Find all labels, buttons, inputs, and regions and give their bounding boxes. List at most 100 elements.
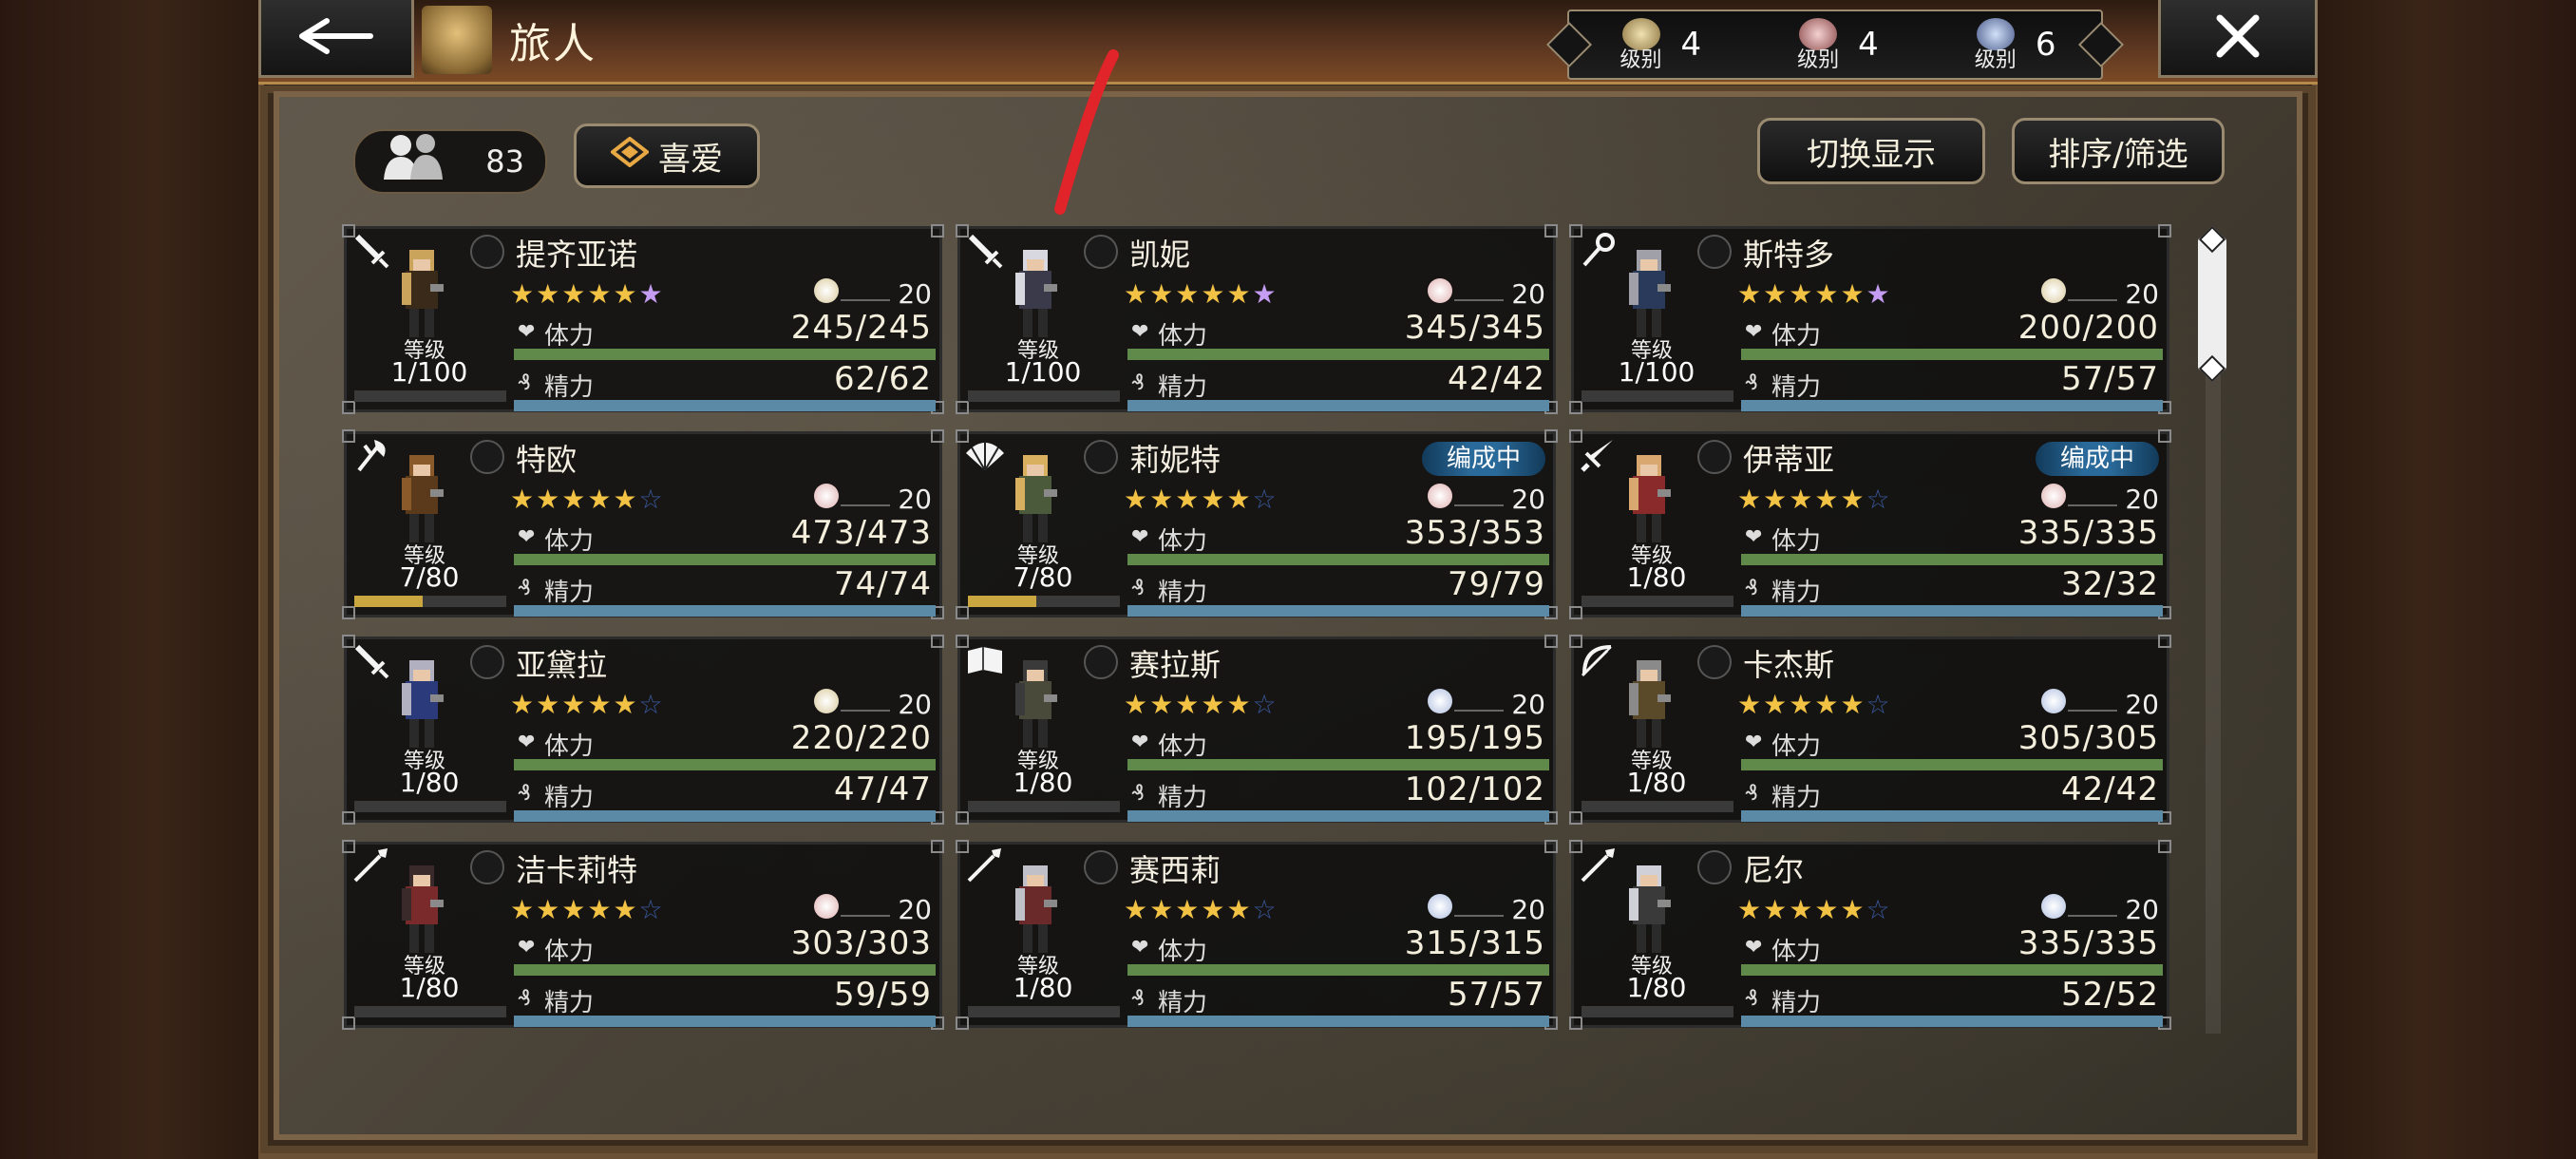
traveler-card[interactable]: 等级 1/80 赛拉斯 ★★★★★☆ 20 ❤ 体力 195/195 ₰ 精力 … [956, 635, 1558, 825]
hp-stat: ❤ 体力 335/335 [1741, 924, 2163, 978]
divider [1454, 915, 1504, 917]
traveler-card[interactable]: 等级 7/80 莉妮特 编成中 ★★★★★☆ 20 ❤ 体力 353/353 ₰… [956, 429, 1558, 619]
exp-bar [968, 390, 1120, 402]
hp-label: 体力 [1771, 322, 1822, 351]
favorite-toggle[interactable] [470, 850, 504, 884]
favorite-toggle[interactable] [470, 440, 504, 474]
spirit-icon: ₰ [1131, 782, 1145, 806]
sp-bar [1127, 810, 1549, 822]
level-value: 1/80 [1013, 767, 1073, 798]
sp-value: 52/52 [2061, 976, 2159, 1014]
traveler-card[interactable]: 等级 1/80 尼尔 ★★★★★☆ 20 ❤ 体力 335/335 ₰ 精力 5… [1569, 840, 2171, 1030]
sp-stat: ₰ 精力 102/102 [1127, 770, 1549, 824]
sp-label: 精力 [1771, 989, 1822, 1017]
sp-bar [1741, 400, 2163, 411]
traveler-card[interactable]: 等级 1/80 洁卡莉特 ★★★★★☆ 20 ❤ 体力 303/303 ₰ 精力… [342, 840, 944, 1030]
sp-value: 32/32 [2061, 565, 2159, 603]
sp-stat: ₰ 精力 47/47 [514, 770, 936, 824]
spear-icon [1578, 846, 1618, 886]
sp-value: 42/42 [1448, 360, 1545, 398]
exp-bar [968, 801, 1120, 812]
rank-count: 4 [1858, 26, 1879, 64]
page-title: 旅人 [509, 20, 597, 68]
rank-count: 6 [2035, 26, 2056, 64]
star-rating: ★★★★★☆ [1737, 689, 1892, 720]
favorite-toggle[interactable] [1697, 440, 1732, 474]
close-button[interactable] [2158, 0, 2318, 78]
sp-label: 精力 [1158, 989, 1208, 1017]
hp-label: 体力 [1771, 527, 1822, 556]
divider [841, 915, 890, 917]
screen-title-group: 旅人 [422, 2, 597, 78]
card-corner [931, 429, 944, 443]
traveler-card[interactable]: 等级 7/80 特欧 ★★★★★☆ 20 ❤ 体力 473/473 ₰ 精力 7… [342, 429, 944, 619]
card-corner [1544, 224, 1558, 238]
favorite-toggle[interactable] [1084, 235, 1118, 269]
exp-bar [354, 596, 506, 607]
traveler-name: 赛拉斯 [1129, 647, 1222, 683]
favorite-button[interactable]: 喜爱 [574, 124, 760, 188]
star-icon: ★ [613, 484, 639, 515]
star-icon: ★ [1737, 689, 1764, 720]
traveler-card[interactable]: 等级 1/100 凯妮 ★★★★★★ 20 ❤ 体力 345/345 ₰ 精力 … [956, 224, 1558, 414]
sp-bar [1127, 605, 1549, 617]
rank-label: 级别 [1797, 48, 1840, 72]
hp-stat: ❤ 体力 335/335 [1741, 514, 2163, 567]
favorite-toggle[interactable] [1084, 440, 1118, 474]
hp-label: 体力 [544, 322, 595, 351]
spirit-icon: ₰ [518, 577, 531, 600]
traveler-card[interactable]: 等级 1/80 亚黛拉 ★★★★★☆ 20 ❤ 体力 220/220 ₰ 精力 … [342, 635, 944, 825]
rank-badge-icon [1428, 278, 1452, 303]
spirit-icon: ₰ [1131, 987, 1145, 1011]
divider [2068, 915, 2117, 917]
sp-stat: ₰ 精力 79/79 [1127, 565, 1549, 618]
favorite-toggle[interactable] [1697, 850, 1732, 884]
exp-bar [1582, 390, 1733, 402]
sort-filter-button[interactable]: 排序/筛选 [2012, 118, 2225, 184]
card-corner [1544, 840, 1558, 853]
scrollbar-thumb[interactable] [2198, 238, 2226, 370]
traveler-name: 特欧 [516, 442, 578, 478]
favorite-toggle[interactable] [1697, 645, 1732, 679]
star-icon: ★ [510, 689, 537, 720]
star-icon: ★ [1737, 278, 1764, 310]
traveler-card[interactable]: 等级 1/100 斯特多 ★★★★★★ 20 ❤ 体力 200/200 ₰ 精力… [1569, 224, 2171, 414]
card-corner [342, 401, 355, 414]
traveler-card[interactable]: 等级 1/80 伊蒂亚 编成中 ★★★★★☆ 20 ❤ 体力 335/335 ₰… [1569, 429, 2171, 619]
hp-stat: ❤ 体力 315/315 [1127, 924, 1549, 978]
favorite-toggle[interactable] [470, 645, 504, 679]
sp-bar [1741, 810, 2163, 822]
traveler-name: 凯妮 [1129, 237, 1191, 273]
favorite-toggle[interactable] [1084, 850, 1118, 884]
favorite-toggle[interactable] [1084, 645, 1118, 679]
traveler-card[interactable]: 等级 1/80 卡杰斯 ★★★★★☆ 20 ❤ 体力 305/305 ₰ 精力 … [1569, 635, 2171, 825]
exp-fill [354, 596, 423, 607]
traveler-name: 提齐亚诺 [516, 237, 638, 273]
traveler-card[interactable]: 等级 1/80 赛西莉 ★★★★★☆ 20 ❤ 体力 315/315 ₰ 精力 … [956, 840, 1558, 1030]
card-corner [342, 811, 355, 825]
rank-badge-icon [1428, 894, 1452, 919]
spirit-icon: ₰ [518, 782, 531, 806]
rank-level: 20 [2125, 689, 2159, 720]
star-icon: ★ [1124, 894, 1150, 925]
rank-level: 20 [898, 894, 932, 925]
favorite-toggle[interactable] [470, 235, 504, 269]
traveler-name: 洁卡莉特 [516, 852, 638, 888]
traveler-name: 亚黛拉 [516, 647, 608, 683]
favorite-toggle[interactable] [1697, 235, 1732, 269]
traveler-sprite [1619, 451, 1676, 550]
card-corner [956, 1016, 969, 1030]
rank-level: 20 [2125, 894, 2159, 925]
sp-bar [1127, 400, 1549, 411]
heart-icon: ❤ [1745, 731, 1763, 754]
sp-value: 102/102 [1404, 770, 1545, 808]
star-icon: ★ [587, 278, 614, 310]
rank-badge-icon [2041, 689, 2066, 713]
rank-level: 20 [898, 484, 932, 515]
back-button[interactable] [258, 0, 414, 78]
star-icon: ★ [536, 484, 562, 515]
switch-view-button[interactable]: 切换显示 [1757, 118, 1985, 184]
level-value: 1/100 [390, 356, 468, 388]
traveler-card[interactable]: 等级 1/100 提齐亚诺 ★★★★★★ 20 ❤ 体力 245/245 ₰ 精… [342, 224, 944, 414]
star-icon: ★ [1866, 278, 1892, 310]
